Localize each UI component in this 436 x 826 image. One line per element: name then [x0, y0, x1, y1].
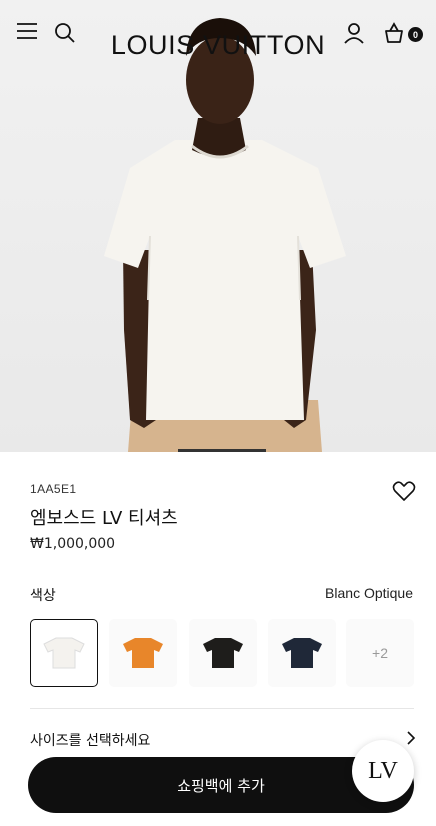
more-colors-button[interactable]: +2 — [346, 619, 414, 687]
swatch-orange[interactable] — [109, 619, 177, 687]
divider — [30, 708, 414, 709]
product-name: 엠보스드 LV 티셔츠 — [30, 508, 178, 529]
top-header: LOUIS VUITTON — [0, 22, 436, 66]
more-colors-label: +2 — [372, 645, 388, 661]
product-price: ₩1,000,000 — [30, 536, 116, 552]
chevron-right-icon — [406, 730, 416, 750]
swatch-navy[interactable] — [268, 619, 336, 687]
shopping-bag-icon[interactable] — [383, 22, 413, 66]
size-selector-label: 사이즈를 선택하세요 — [30, 733, 151, 749]
product-image[interactable]: LOUIS VUITTON — [0, 0, 436, 452]
tshirt-white-icon — [43, 637, 85, 669]
model-illustration — [104, 18, 346, 452]
color-label: 색상 — [30, 588, 56, 604]
lv-monogram-logo: LV — [368, 757, 398, 784]
lv-chat-button[interactable]: LV — [352, 740, 414, 802]
tshirt-orange-icon — [123, 638, 163, 668]
wishlist-heart-icon[interactable] — [392, 480, 416, 502]
cart-count-badge: 0 — [408, 27, 423, 42]
swatch-white[interactable] — [30, 619, 98, 687]
product-sku: 1AA5E1 — [30, 482, 77, 496]
selected-color-name: Blanc Optique — [325, 585, 413, 601]
account-icon[interactable] — [343, 22, 373, 66]
swatch-black[interactable] — [189, 619, 257, 687]
color-swatches: +2 — [30, 619, 416, 687]
tshirt-navy-icon — [282, 638, 322, 668]
tshirt-black-icon — [203, 638, 243, 668]
image-scrollbar[interactable] — [178, 449, 266, 452]
